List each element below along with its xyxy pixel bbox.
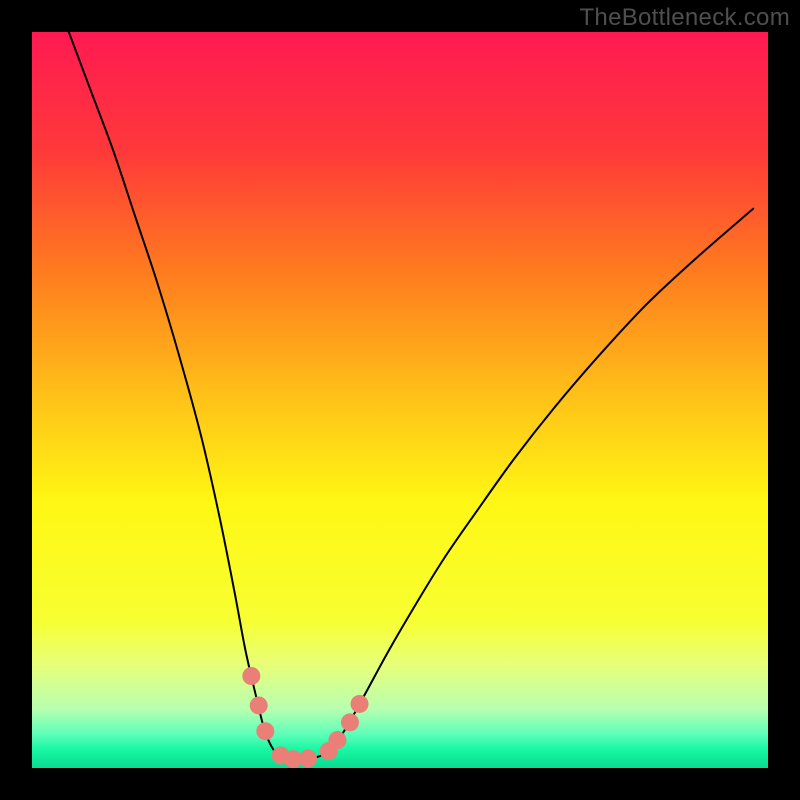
- marker-point: [250, 696, 268, 714]
- bottleneck-chart: [0, 0, 800, 800]
- marker-point: [242, 667, 260, 685]
- chart-frame: TheBottleneck.com: [0, 0, 800, 800]
- marker-point: [328, 731, 346, 749]
- marker-point: [299, 749, 317, 767]
- marker-point: [351, 695, 369, 713]
- marker-point: [341, 713, 359, 731]
- plot-background: [32, 32, 768, 768]
- watermark-text: TheBottleneck.com: [579, 4, 790, 32]
- marker-point: [256, 722, 274, 740]
